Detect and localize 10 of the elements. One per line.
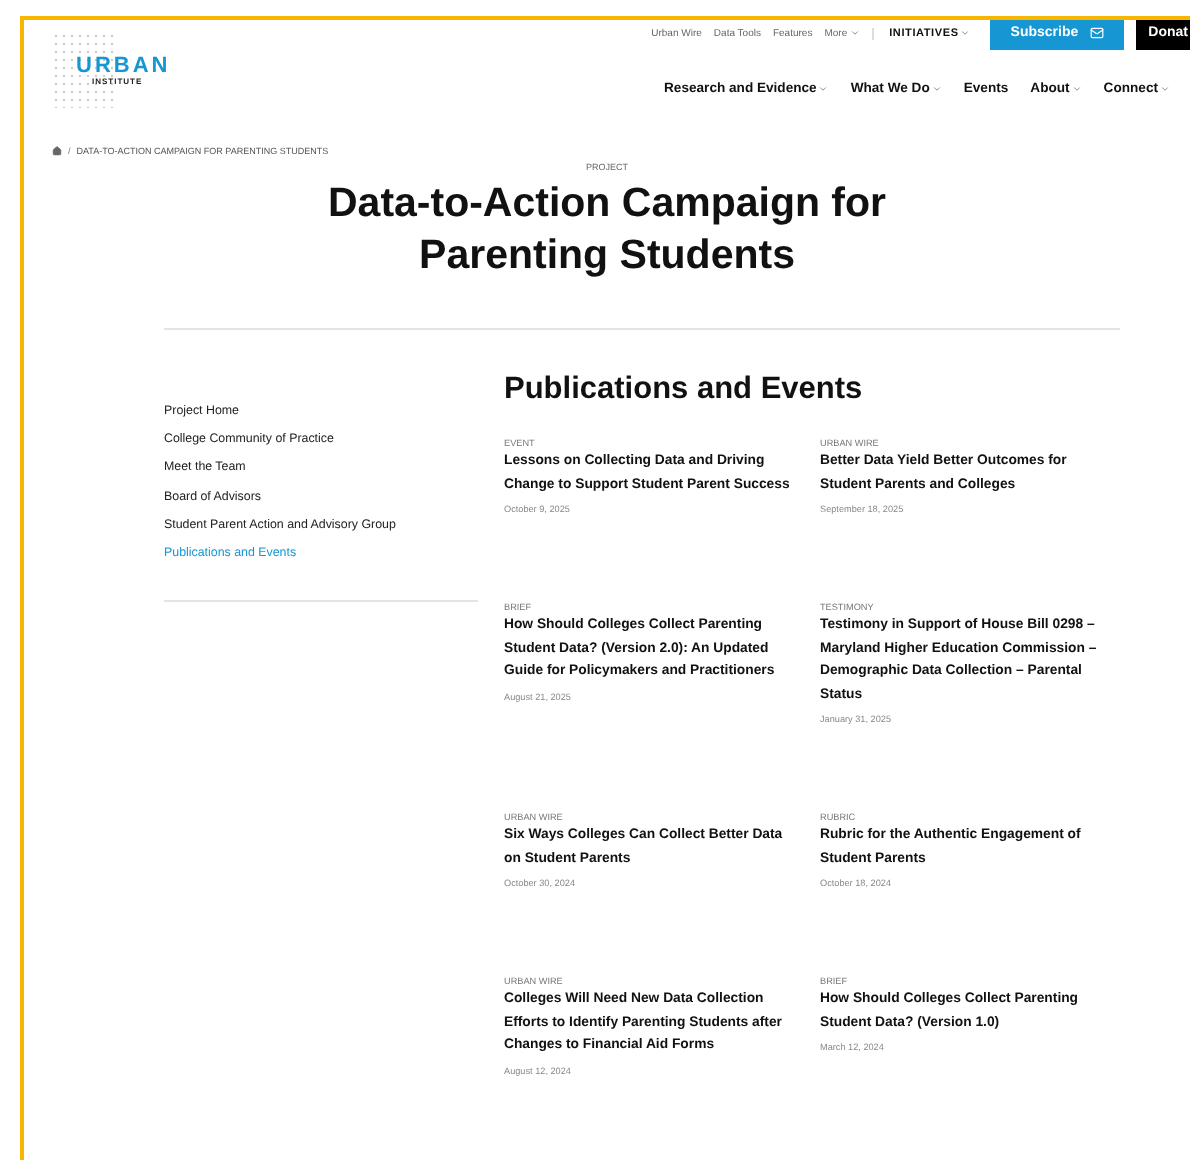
mail-icon <box>1090 26 1105 40</box>
caret-icon <box>1071 84 1082 94</box>
section-title: Publications and Events <box>504 370 865 410</box>
caret-icon <box>931 84 942 94</box>
caret-icon <box>1160 84 1170 94</box>
caret-icon <box>849 28 860 38</box>
home-icon[interactable] <box>52 145 62 155</box>
caret-icon <box>960 28 971 38</box>
caret-icon <box>818 84 829 94</box>
page-title: Data-to-Action Campaign for Parenting Students <box>325 178 889 282</box>
